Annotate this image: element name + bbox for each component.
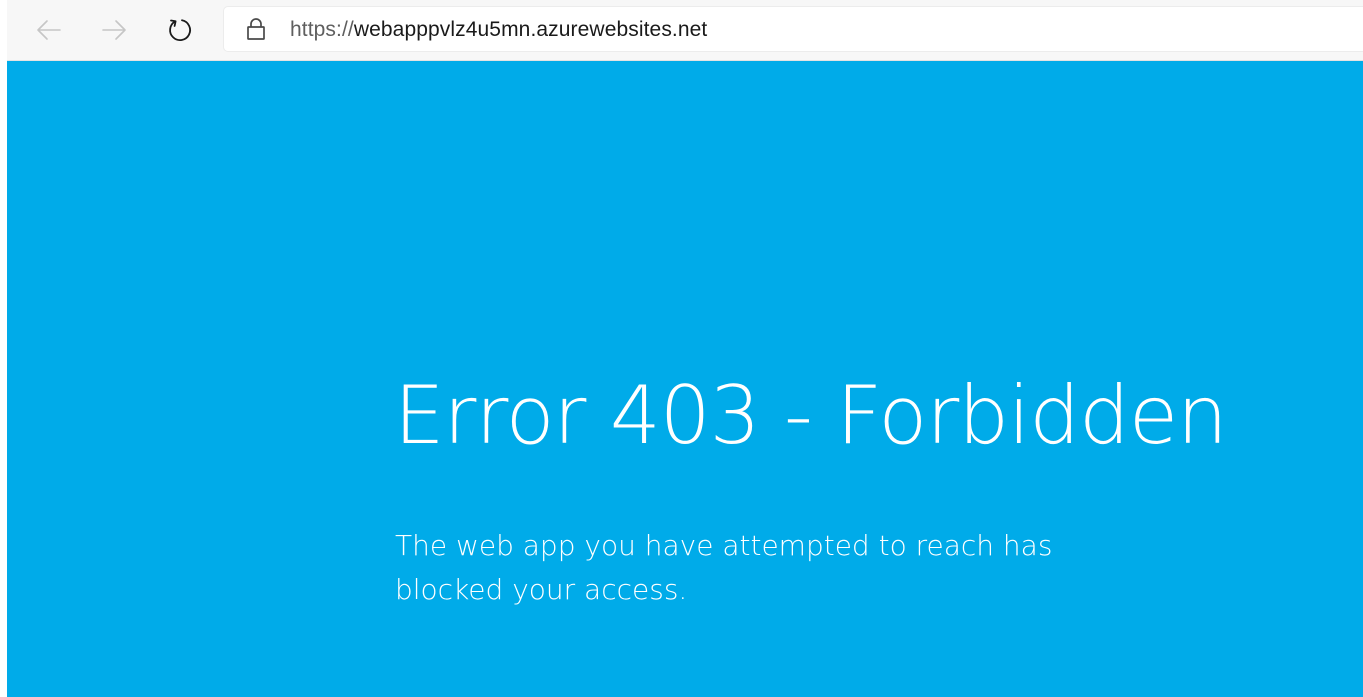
back-button[interactable] bbox=[31, 12, 67, 48]
refresh-icon bbox=[169, 19, 191, 41]
error-message: The web app you have attempted to reach … bbox=[395, 529, 1053, 606]
arrow-right-icon bbox=[102, 20, 126, 40]
refresh-button[interactable] bbox=[162, 12, 198, 48]
url-host: webapppvlz4u5mn.azurewebsites.net bbox=[353, 18, 708, 41]
forward-button[interactable] bbox=[96, 12, 132, 48]
arrow-left-icon bbox=[37, 20, 61, 40]
url-text[interactable]: https://webapppvlz4u5mn.azurewebsites.ne… bbox=[290, 18, 707, 42]
browser-toolbar: https://webapppvlz4u5mn.azurewebsites.ne… bbox=[0, 0, 1363, 61]
error-page: Error 403 - Forbidden The web app you ha… bbox=[7, 61, 1363, 697]
url-scheme: https:// bbox=[290, 18, 354, 41]
error-title: Error 403 - Forbidden bbox=[394, 369, 1228, 462]
address-bar[interactable]: https://webapppvlz4u5mn.azurewebsites.ne… bbox=[224, 7, 1363, 51]
window-edge bbox=[0, 0, 7, 697]
lock-icon[interactable] bbox=[246, 18, 266, 40]
